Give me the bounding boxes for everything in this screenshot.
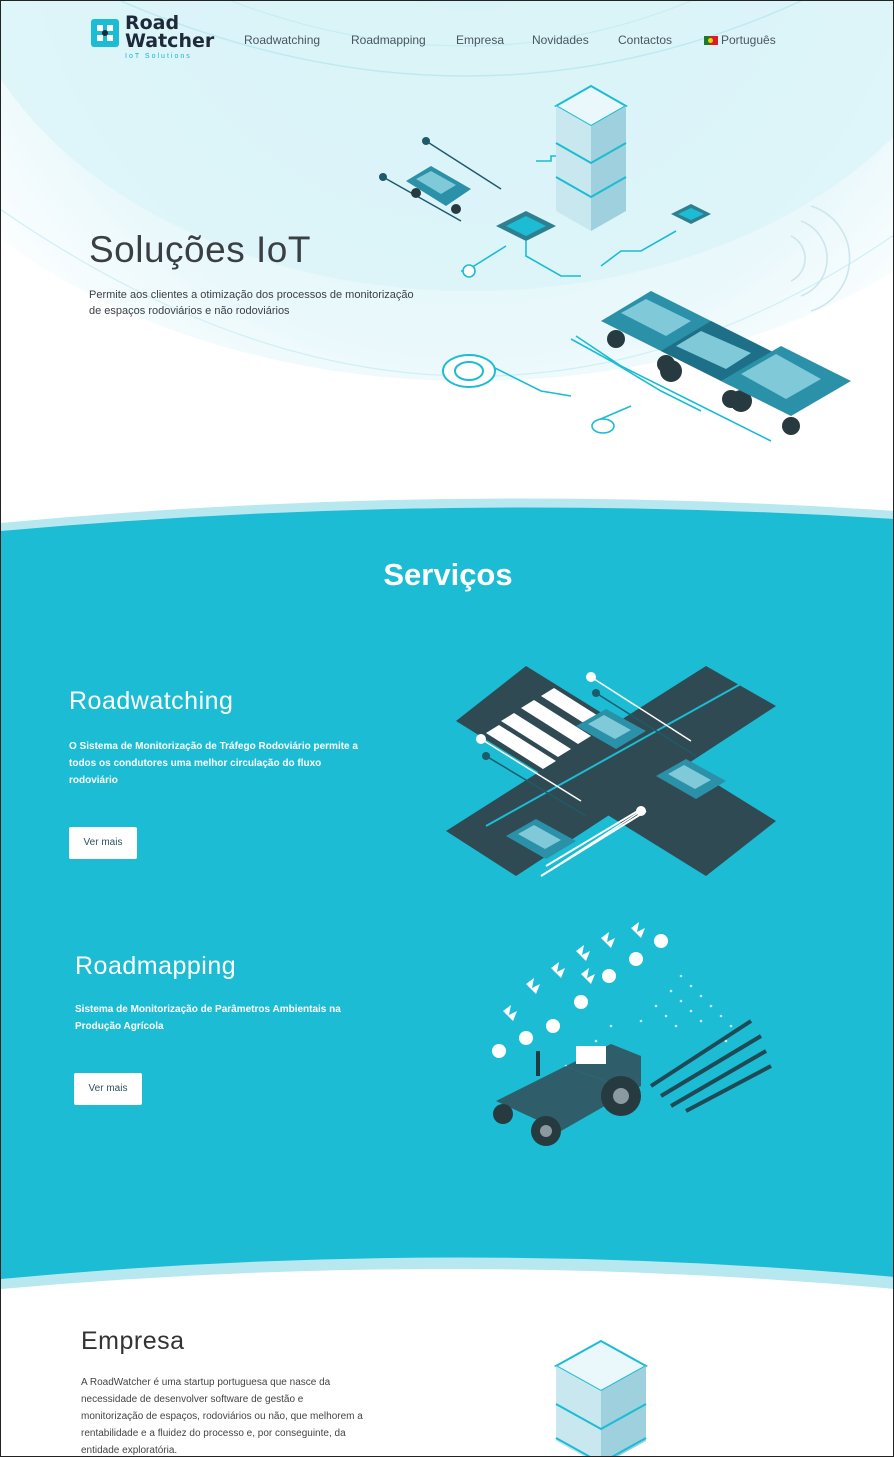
nav-item-roadwatching[interactable]: Roadwatching [244,33,320,47]
service-heading-roadmapping: Roadmapping [75,952,237,980]
service-text-roadmapping: Sistema de Monitorização de Parâmetros A… [75,1004,341,1032]
roadwatching-ver-mais-button[interactable]: Ver mais [69,827,137,859]
logo-icon [91,19,119,47]
tractor-illustration [492,922,772,1146]
nav-item-contactos[interactable]: Contactos [618,33,672,47]
intersection-illustration [446,666,776,877]
empresa-text: A RoadWatcher é uma startup portuguesa q… [81,1377,363,1456]
hero-title: Soluções IoT [89,229,311,270]
page: Road Watcher IoT Solutions Roadwatching … [0,0,894,1457]
roadmapping-ver-mais-button[interactable]: Ver mais [74,1073,142,1105]
portugal-flag-icon [704,36,718,45]
brand-logo[interactable]: Road Watcher IoT Solutions [89,13,214,65]
building-illustration [553,1339,649,1456]
service-heading-roadwatching: Roadwatching [69,687,234,715]
empresa-heading: Empresa [81,1327,185,1355]
service-text-roadwatching: O Sistema de Monitorização de Tráfego Ro… [69,741,358,786]
hero-description: Permite aos clientes a otimização dos pr… [89,289,414,317]
nav-item-empresa[interactable]: Empresa [456,33,504,47]
nav-language-selector[interactable]: Português [704,33,776,47]
top-navigation: Road Watcher IoT Solutions Roadwatching … [1,1,893,71]
logo-tagline: IoT Solutions [125,53,192,60]
services-background [1,498,893,1289]
language-label: Português [721,33,776,47]
hero-section: Road Watcher IoT Solutions Roadwatching … [1,1,893,521]
nav-item-novidades[interactable]: Novidades [532,33,589,47]
logo-text-watcher: Watcher [125,30,215,52]
services-title: Serviços [383,557,513,592]
nav-item-roadmapping[interactable]: Roadmapping [351,33,426,47]
iot-illustration [379,84,851,442]
